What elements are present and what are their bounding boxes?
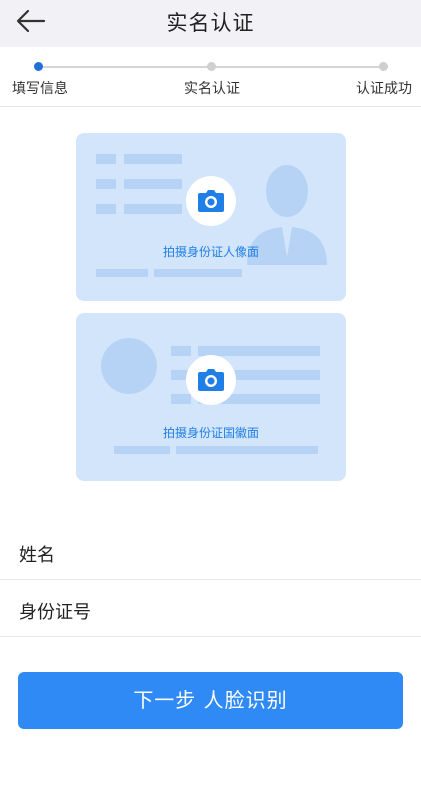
placeholder-bar xyxy=(176,446,318,454)
step-label-fill-info: 填写信息 xyxy=(12,81,68,97)
id-card-front-upload[interactable]: 拍摄身份证人像面 xyxy=(76,133,346,301)
placeholder-bar xyxy=(96,154,116,164)
camera-button-front[interactable] xyxy=(186,176,236,226)
step-indicator: 填写信息 实名认证 认证成功 xyxy=(0,47,421,107)
placeholder-bar xyxy=(154,269,242,277)
name-field-label: 姓名 xyxy=(19,545,55,566)
back-caption: 拍摄身份证国徽面 xyxy=(162,426,259,440)
id-card-back-upload[interactable]: 拍摄身份证国徽面 xyxy=(76,313,346,481)
placeholder-bar xyxy=(124,154,182,164)
placeholder-bar xyxy=(124,179,182,189)
name-field[interactable]: 姓名 xyxy=(0,523,421,580)
id-number-field-label: 身份证号 xyxy=(19,602,91,623)
id-number-field[interactable]: 身份证号 xyxy=(0,580,421,637)
camera-button-back[interactable] xyxy=(186,355,236,405)
placeholder-bar xyxy=(96,204,116,214)
step-dot-success xyxy=(379,62,388,71)
placeholder-bar xyxy=(114,446,170,454)
page-title: 实名认证 xyxy=(166,11,255,35)
step-dot-verification xyxy=(207,62,216,71)
camera-icon xyxy=(198,369,224,391)
step-label-success: 认证成功 xyxy=(356,81,412,97)
front-caption: 拍摄身份证人像面 xyxy=(162,245,259,259)
placeholder-bar xyxy=(171,394,191,404)
placeholder-bar xyxy=(124,204,182,214)
placeholder-bar xyxy=(96,269,148,277)
step-dot-fill-info xyxy=(34,62,43,71)
emblem-placeholder xyxy=(101,338,157,394)
camera-icon xyxy=(198,190,224,212)
next-face-recognition-button[interactable]: 下一步 人脸识别 xyxy=(18,672,403,729)
top-nav-bar: 实名认证 xyxy=(0,0,421,47)
placeholder-bar xyxy=(171,346,191,356)
placeholder-bar xyxy=(96,179,116,189)
step-label-verification: 实名认证 xyxy=(184,81,240,97)
placeholder-bar xyxy=(198,346,320,356)
